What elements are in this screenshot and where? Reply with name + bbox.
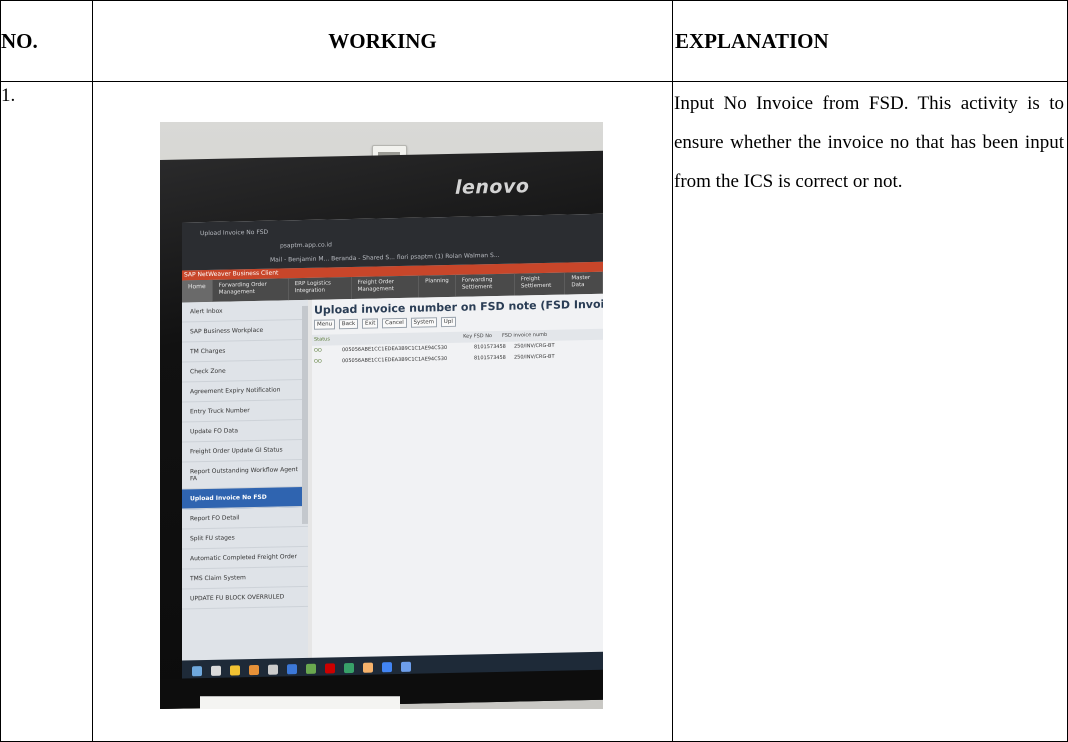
- app-icon: [363, 662, 373, 673]
- edge-icon: [287, 664, 297, 675]
- folder-icon: [230, 665, 240, 676]
- windows-icon: [192, 666, 202, 677]
- nav-item: Forwarding Settlement: [455, 273, 515, 297]
- sidebar-item: SAP Business Workplace: [182, 319, 308, 343]
- sap-sidebar: Alert Inbox SAP Business Workplace TM Ch…: [182, 299, 308, 683]
- row-number: 1.: [0, 81, 93, 742]
- nav-item: ERP Logistics Integration: [288, 276, 352, 301]
- sap-content: Upload invoice number on FSD note (FSD I…: [312, 293, 603, 680]
- grid-key: 005056ABE1CC1EDEA3B9C1C1AE94C530: [342, 355, 448, 365]
- sidebar-item: Split FU stages: [182, 526, 308, 550]
- sidebar-item: Report Outstanding Workflow Agent FA: [182, 459, 308, 490]
- toolbar-button: System: [410, 317, 438, 328]
- bookmarks-bar: Mail - Benjamin M... Beranda - Shared S.…: [270, 251, 500, 264]
- sidebar-item: TM Charges: [182, 339, 308, 363]
- header-explanation: EXPLANATION: [672, 0, 1068, 82]
- sidebar-item: Report FO Detail: [182, 506, 308, 530]
- grid-fsd: 8101573458: [474, 354, 506, 362]
- grid-status: OO: [314, 347, 322, 354]
- header-no: NO.: [0, 0, 93, 82]
- app-icon: [344, 662, 354, 674]
- toolbar-button: Upl: [440, 316, 456, 328]
- grid-invoice: 250/INV/CRG-BT: [514, 353, 555, 361]
- nav-item: Master Data: [565, 271, 603, 295]
- monitor-photo: lenovo Upload Invoice No FSD psaptm.app.…: [160, 122, 603, 709]
- grid-fsd: 8101573458: [474, 343, 506, 351]
- paper-sheet: [200, 696, 400, 709]
- explanation-text: Input No Invoice from FSD. This activity…: [672, 81, 1068, 742]
- header-row: NO. WORKING EXPLANATION: [0, 0, 1068, 82]
- nav-home: Home: [182, 279, 213, 303]
- toolbar-button: Menu: [314, 319, 336, 330]
- nav-item: Freight Settlement: [514, 272, 566, 296]
- url-bar: psaptm.app.co.id: [280, 241, 332, 250]
- acrobat-icon: [325, 663, 335, 674]
- monitor: lenovo Upload Invoice No FSD psaptm.app.…: [160, 150, 603, 709]
- grid-invoice: 250/INV/CRG-BT: [514, 342, 555, 350]
- excel-icon: [306, 663, 316, 674]
- grid-header-status: Status: [314, 336, 330, 343]
- sidebar-item: Check Zone: [182, 359, 308, 383]
- brand-logo: lenovo: [455, 175, 530, 199]
- nav-item: Freight Order Management: [351, 275, 420, 299]
- app-icon: [401, 661, 411, 672]
- toolbar-button: Back: [338, 318, 359, 330]
- search-icon: [211, 665, 221, 676]
- toolbar-button: Cancel: [382, 317, 407, 329]
- sidebar-item: TMS Claim System: [182, 566, 308, 590]
- sidebar-item: Automatic Completed Freight Order: [182, 546, 308, 570]
- sidebar-item: UPDATE FU BLOCK OVERRULED: [182, 586, 308, 610]
- header-working: WORKING: [92, 0, 673, 82]
- sidebar-scrollbar: [302, 305, 308, 525]
- browser-bar: Upload Invoice No FSD psaptm.app.co.id M…: [182, 213, 603, 271]
- data-grid: Status Key FSD No FSD invoice numb OO 00…: [312, 328, 603, 368]
- grid-status: OO: [314, 358, 322, 365]
- sidebar-item: Agreement Expiry Notification: [182, 379, 308, 403]
- sidebar-item: Update FO Data: [182, 419, 308, 443]
- sidebar-item-active: Upload Invoice No FSD: [182, 486, 308, 510]
- mail-icon: [268, 664, 278, 675]
- chrome-icon: [382, 662, 392, 673]
- screen: Upload Invoice No FSD psaptm.app.co.id M…: [182, 213, 603, 683]
- browser-tab: Upload Invoice No FSD: [200, 228, 269, 238]
- sidebar-item: Freight Order Update GI Status: [182, 439, 308, 463]
- nav-item: Forwarding Order Management: [212, 278, 289, 302]
- sidebar-item: Entry Truck Number: [182, 399, 308, 423]
- toolbar-button: Exit: [361, 318, 379, 329]
- sidebar-item: Alert Inbox: [182, 299, 308, 323]
- nav-item: Planning: [419, 274, 456, 298]
- store-icon: [249, 664, 259, 676]
